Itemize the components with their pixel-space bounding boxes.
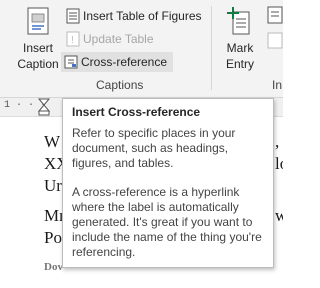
cross-reference-icon: [63, 54, 79, 70]
document-fragment-right-3: w: [275, 206, 283, 225]
document-fragment-right-2: lo: [275, 154, 283, 173]
update-table-button[interactable]: ! Update Table: [63, 29, 154, 49]
svg-text:!: !: [71, 35, 74, 46]
mark-entry-label-2: Entry: [225, 57, 254, 71]
insert-index-icon[interactable]: [267, 6, 283, 26]
indent-marker-icon[interactable]: [38, 98, 50, 116]
update-table-label: Update Table: [83, 32, 154, 46]
insert-caption-label-2: Caption: [17, 57, 59, 71]
mark-entry-button[interactable]: Mark Entry: [218, 4, 262, 72]
tooltip-description-1: Refer to specific places in your documen…: [72, 126, 236, 170]
mark-entry-icon: [227, 7, 250, 35]
tooltip-title: Insert Cross-reference: [72, 105, 201, 119]
insert-caption-icon: [27, 7, 49, 35]
insert-caption-label-1: Insert: [22, 41, 53, 55]
captions-group-label: Captions: [96, 78, 144, 92]
document-line-3: Ur: [44, 176, 62, 195]
index-group-label: In: [272, 78, 283, 92]
cross-reference-label: Cross-reference: [81, 55, 168, 69]
mark-entry-label-1: Mark: [226, 41, 254, 55]
tooltip-description-2: A cross-reference is a hyperlink where t…: [72, 185, 262, 259]
cross-reference-button[interactable]: Cross-reference: [61, 52, 174, 72]
table-of-figures-icon: [65, 8, 81, 24]
document-line-1: W: [44, 132, 61, 151]
document-line-5: Po: [44, 228, 62, 247]
ribbon: Insert Caption Insert Table of Figures !…: [0, 0, 283, 98]
document-small-text: Dov: [44, 261, 63, 273]
cross-reference-tooltip: Insert Cross-reference Refer to specific…: [62, 98, 274, 268]
insert-table-of-figures-button[interactable]: Insert Table of Figures: [63, 6, 202, 26]
group-separator: [211, 6, 212, 90]
insert-caption-button[interactable]: Insert Caption: [14, 4, 62, 72]
update-table-icon: !: [65, 31, 81, 47]
update-index-icon[interactable]: [267, 32, 283, 50]
document-fragment-right-1: ,: [275, 132, 280, 151]
insert-table-of-figures-label: Insert Table of Figures: [83, 9, 202, 23]
